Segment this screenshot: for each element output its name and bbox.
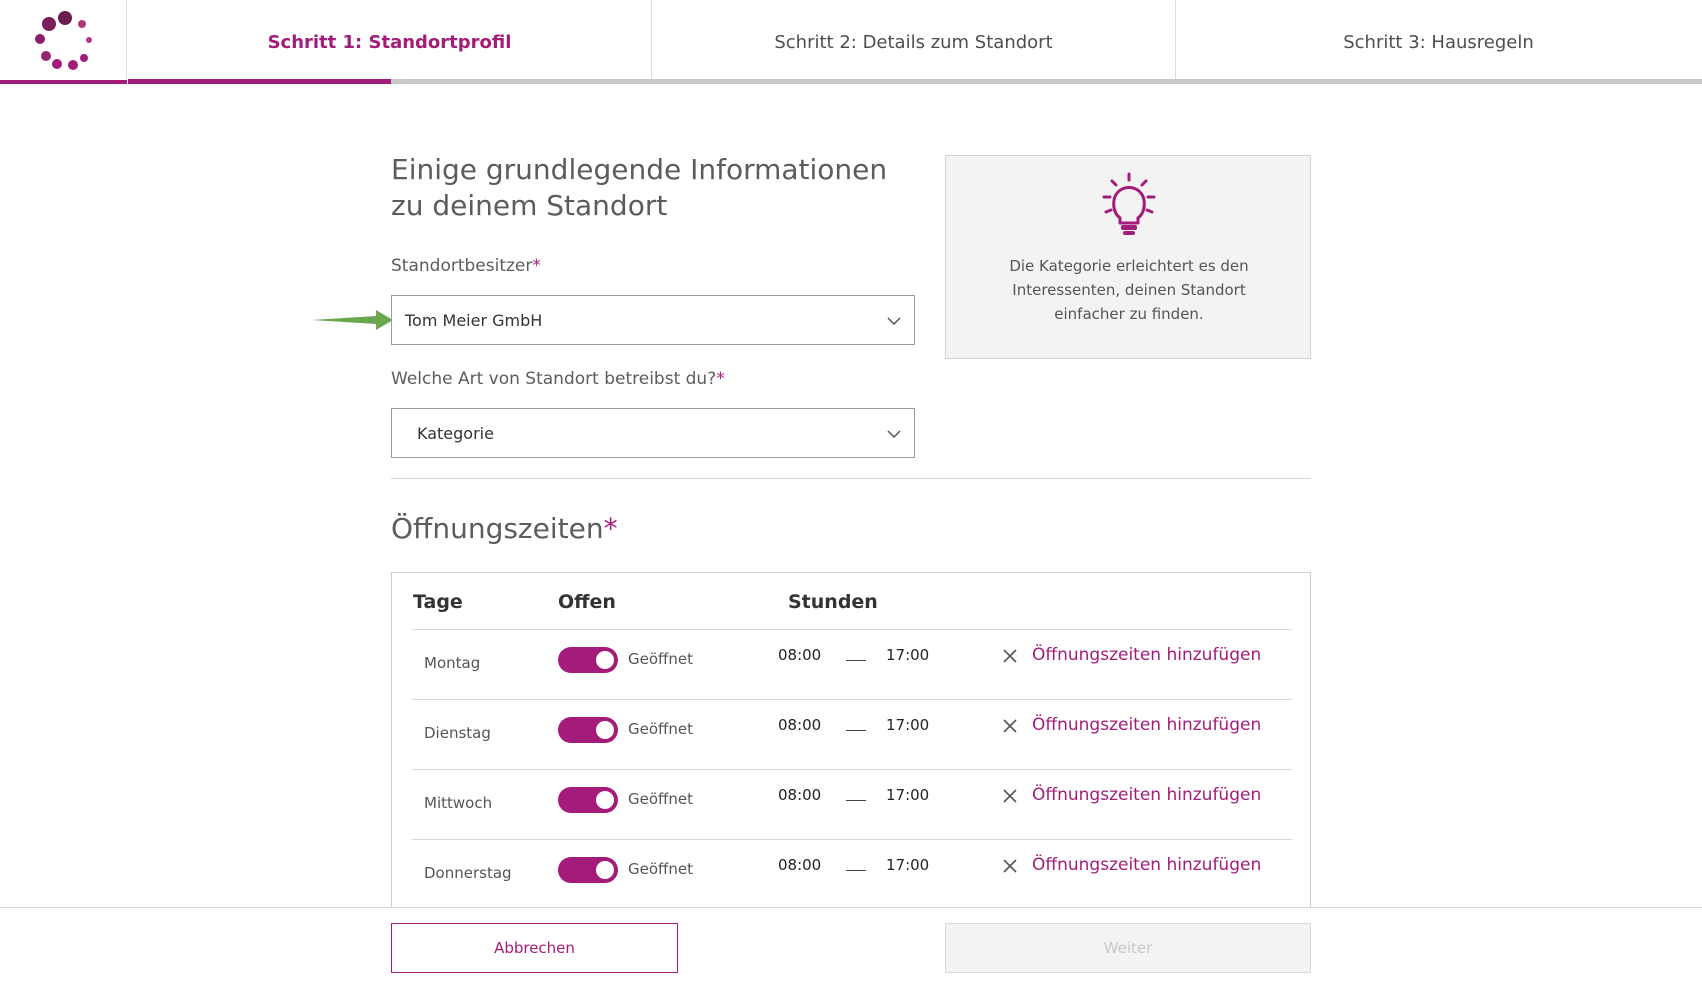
add-hours-link[interactable]: Öffnungszeiten hinzufügen bbox=[1032, 785, 1261, 805]
time-separator bbox=[846, 800, 866, 801]
toggle-knob bbox=[596, 791, 614, 809]
time-separator bbox=[846, 660, 866, 661]
close-icon[interactable] bbox=[1003, 719, 1017, 733]
open-status: Geöffnet bbox=[628, 720, 693, 738]
open-status: Geöffnet bbox=[628, 860, 693, 878]
owner-label-text: Standortbesitzer bbox=[391, 256, 533, 276]
tab-step-1[interactable]: Schritt 1: Standortprofil bbox=[128, 0, 652, 84]
time-to-input[interactable]: 17:00 bbox=[886, 856, 929, 874]
opening-hours-table: Tage Offen Stunden Montag Geöffnet 08:00… bbox=[391, 572, 1311, 912]
opening-hours-title-text: Öffnungszeiten bbox=[391, 512, 604, 545]
chevron-down-icon bbox=[887, 317, 901, 326]
owner-select-value: Tom Meier GmbH bbox=[405, 310, 543, 330]
toggle-knob bbox=[596, 651, 614, 669]
page-title: Einige grundlegende Informationen zu dei… bbox=[391, 153, 888, 222]
table-row: Dienstag Geöffnet 08:00 17:00 Öffnungsze… bbox=[412, 699, 1292, 769]
required-marker: * bbox=[532, 256, 541, 276]
next-button[interactable]: Weiter bbox=[945, 923, 1311, 973]
table-row: Mittwoch Geöffnet 08:00 17:00 Öffnungsze… bbox=[412, 769, 1292, 839]
type-label: Welche Art von Standort betreibst du?* bbox=[391, 369, 725, 389]
opening-hours-title: Öffnungszeiten* bbox=[391, 512, 618, 545]
footer-bar: Abbrechen Weiter bbox=[0, 907, 1702, 991]
open-toggle[interactable] bbox=[558, 717, 618, 743]
required-marker: * bbox=[716, 369, 725, 389]
category-select[interactable]: Kategorie bbox=[391, 408, 915, 458]
day-name: Dienstag bbox=[424, 724, 491, 742]
add-hours-link[interactable]: Öffnungszeiten hinzufügen bbox=[1032, 855, 1261, 875]
category-select-value: Kategorie bbox=[417, 423, 494, 443]
tip-text: Die Kategorie erleichtert es den Interes… bbox=[1009, 257, 1249, 323]
tab-step-3[interactable]: Schritt 3: Hausregeln bbox=[1176, 0, 1701, 84]
tip-box: Die Kategorie erleichtert es den Interes… bbox=[945, 155, 1311, 359]
toggle-knob bbox=[596, 861, 614, 879]
step-navigation: Schritt 1: Standortprofil Schritt 2: Det… bbox=[0, 0, 1702, 84]
toggle-knob bbox=[596, 721, 614, 739]
table-row: Montag Geöffnet 08:00 17:00 Öffnungszeit… bbox=[412, 629, 1292, 699]
table-row: Donnerstag Geöffnet 08:00 17:00 Öffnungs… bbox=[412, 839, 1292, 909]
open-toggle[interactable] bbox=[558, 647, 618, 673]
open-status: Geöffnet bbox=[628, 790, 693, 808]
type-label-text: Welche Art von Standort betreibst du? bbox=[391, 369, 717, 389]
time-from-input[interactable]: 08:00 bbox=[778, 646, 821, 664]
logo-active-underline bbox=[0, 80, 127, 84]
required-marker: * bbox=[603, 512, 618, 545]
chevron-down-icon bbox=[887, 430, 901, 439]
time-separator bbox=[846, 870, 866, 871]
day-name: Montag bbox=[424, 654, 481, 672]
time-to-input[interactable]: 17:00 bbox=[886, 646, 929, 664]
owner-select[interactable]: Tom Meier GmbH bbox=[391, 295, 915, 345]
time-from-input[interactable]: 08:00 bbox=[778, 856, 821, 874]
open-toggle[interactable] bbox=[558, 787, 618, 813]
open-toggle[interactable] bbox=[558, 857, 618, 883]
lightbulb-icon bbox=[1102, 172, 1156, 235]
pointer-arrow-icon bbox=[312, 310, 393, 330]
column-header-days: Tage bbox=[413, 591, 463, 613]
add-hours-link[interactable]: Öffnungszeiten hinzufügen bbox=[1032, 715, 1261, 735]
time-from-input[interactable]: 08:00 bbox=[778, 786, 821, 804]
section-divider bbox=[391, 478, 1311, 479]
day-name: Mittwoch bbox=[424, 794, 493, 812]
progress-fill bbox=[128, 79, 391, 84]
time-from-input[interactable]: 08:00 bbox=[778, 716, 821, 734]
add-hours-link[interactable]: Öffnungszeiten hinzufügen bbox=[1032, 645, 1261, 665]
time-to-input[interactable]: 17:00 bbox=[886, 716, 929, 734]
owner-label: Standortbesitzer* bbox=[391, 256, 541, 276]
cancel-button[interactable]: Abbrechen bbox=[391, 923, 678, 973]
column-header-open: Offen bbox=[558, 591, 616, 613]
close-icon[interactable] bbox=[1003, 649, 1017, 663]
time-separator bbox=[846, 730, 866, 731]
close-icon[interactable] bbox=[1003, 789, 1017, 803]
day-name: Donnerstag bbox=[424, 864, 512, 882]
loading-dots-logo-icon bbox=[35, 11, 92, 70]
logo bbox=[0, 0, 127, 84]
column-header-hours: Stunden bbox=[788, 591, 878, 613]
close-icon[interactable] bbox=[1003, 859, 1017, 873]
tab-step-2[interactable]: Schritt 2: Details zum Standort bbox=[652, 0, 1176, 84]
time-to-input[interactable]: 17:00 bbox=[886, 786, 929, 804]
open-status: Geöffnet bbox=[628, 650, 693, 668]
